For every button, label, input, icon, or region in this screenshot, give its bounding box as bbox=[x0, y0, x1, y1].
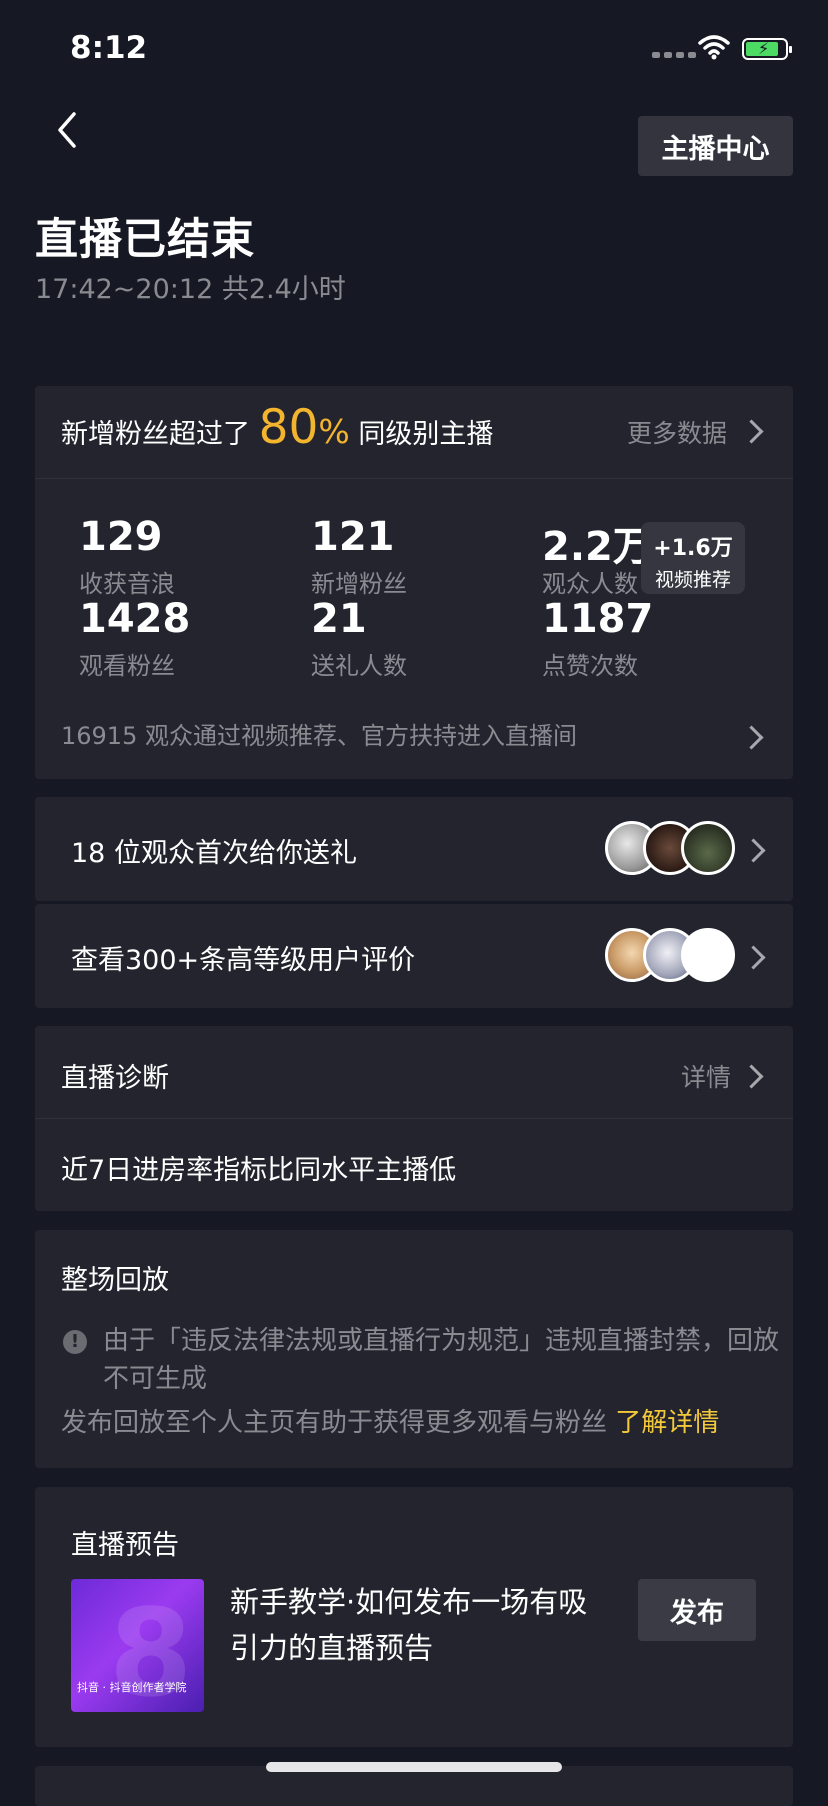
chevron-right-icon bbox=[741, 838, 766, 863]
summary-header[interactable]: 新增粉丝超过了 80% 同级别主播 bbox=[61, 400, 493, 455]
stat-label: 送礼人数 bbox=[311, 652, 407, 680]
replay-title: 整场回放 bbox=[61, 1265, 169, 1296]
stat-label: 收获音浪 bbox=[79, 570, 175, 598]
battery-icon: ⚡ bbox=[742, 38, 792, 60]
diagnosis-title: 直播诊断 bbox=[61, 1063, 169, 1094]
replay-tip: 发布回放至个人主页有助于获得更多观看与粉丝 bbox=[61, 1408, 608, 1438]
stat-value: 121 bbox=[311, 514, 395, 560]
chevron-right-icon bbox=[739, 725, 764, 750]
summary-suffix: 同级别主播 bbox=[358, 419, 494, 450]
preview-card: 直播预告 8 抖音 · 抖音创作者学院 新手教学·如何发布一场有吸引力的直播预告… bbox=[35, 1487, 793, 1747]
diagnosis-card: 直播诊断 详情 近7日进房率指标比同水平主播低 bbox=[35, 1026, 793, 1211]
anchor-center-button[interactable]: 主播中心 bbox=[638, 116, 793, 176]
stat-label: 新增粉丝 bbox=[311, 570, 407, 598]
stat-value: 1428 bbox=[79, 596, 191, 642]
preview-thumbnail[interactable]: 8 抖音 · 抖音创作者学院 bbox=[71, 1579, 204, 1712]
diagnosis-body: 近7日进房率指标比同水平主播低 bbox=[61, 1155, 457, 1186]
back-icon[interactable] bbox=[50, 110, 86, 150]
chevron-right-icon bbox=[741, 945, 766, 970]
home-indicator[interactable] bbox=[266, 1762, 562, 1772]
preview-title: 直播预告 bbox=[71, 1530, 179, 1561]
live-duration: 17:42~20:12 共2.4小时 bbox=[35, 274, 346, 305]
summary-card: 新增粉丝超过了 80% 同级别主播 更多数据 129 收获音浪 121 新增粉丝… bbox=[35, 386, 793, 779]
stat-label: 观看粉丝 bbox=[79, 652, 175, 680]
diagnosis-detail-link[interactable]: 详情 bbox=[681, 1058, 731, 1094]
first-gift-row[interactable]: 18 位观众首次给你送礼 bbox=[35, 797, 793, 901]
cellular-signal-icon bbox=[652, 52, 696, 58]
review-label: 查看300+条高等级用户评价 bbox=[71, 945, 416, 976]
replay-tip-line: 发布回放至个人主页有助于获得更多观看与粉丝 了解详情 bbox=[61, 1402, 719, 1439]
traffic-note[interactable]: 16915 观众通过视频推荐、官方扶持进入直播间 bbox=[61, 716, 577, 751]
publish-button[interactable]: 发布 bbox=[638, 1579, 756, 1641]
review-row[interactable]: 查看300+条高等级用户评价 bbox=[35, 904, 793, 1008]
summary-prefix: 新增粉丝超过了 bbox=[61, 419, 250, 450]
first-gift-label: 18 位观众首次给你送礼 bbox=[71, 838, 357, 869]
avatar bbox=[681, 821, 735, 875]
stat-value: 129 bbox=[79, 514, 163, 560]
stat-value: 1187 bbox=[542, 596, 654, 642]
next-card bbox=[35, 1766, 793, 1806]
thumbnail-caption: 抖音 · 抖音创作者学院 bbox=[77, 1681, 187, 1694]
status-time: 8:12 bbox=[70, 30, 148, 66]
badge-label: 视频推荐 bbox=[654, 569, 731, 591]
avatar bbox=[681, 928, 735, 982]
wifi-icon bbox=[698, 35, 730, 60]
stat-label: 点赞次数 bbox=[542, 652, 638, 680]
replay-card: 整场回放 ! 由于「违反法律法规或直播行为规范」违规直播封禁，回放不可生成 发布… bbox=[35, 1230, 793, 1468]
percent-sign: % bbox=[318, 412, 350, 451]
video-recommend-badge: +1.6万 视频推荐 bbox=[641, 522, 745, 594]
learn-more-link[interactable]: 了解详情 bbox=[615, 1408, 719, 1438]
stat-value: 21 bbox=[311, 596, 367, 642]
badge-value: +1.6万 bbox=[653, 536, 733, 561]
stat-label: 观众人数 bbox=[542, 570, 638, 598]
replay-warning: 由于「违反法律法规或直播行为规范」违规直播封禁，回放不可生成 bbox=[103, 1326, 780, 1394]
page-title: 直播已结束 bbox=[35, 215, 255, 265]
chevron-right-icon bbox=[739, 419, 764, 444]
more-data-link[interactable]: 更多数据 bbox=[627, 414, 727, 450]
alert-icon: ! bbox=[63, 1330, 87, 1354]
percent-value: 80 bbox=[258, 400, 319, 455]
chevron-right-icon bbox=[739, 1064, 764, 1089]
preview-description[interactable]: 新手教学·如何发布一场有吸引力的直播预告 bbox=[230, 1579, 590, 1671]
